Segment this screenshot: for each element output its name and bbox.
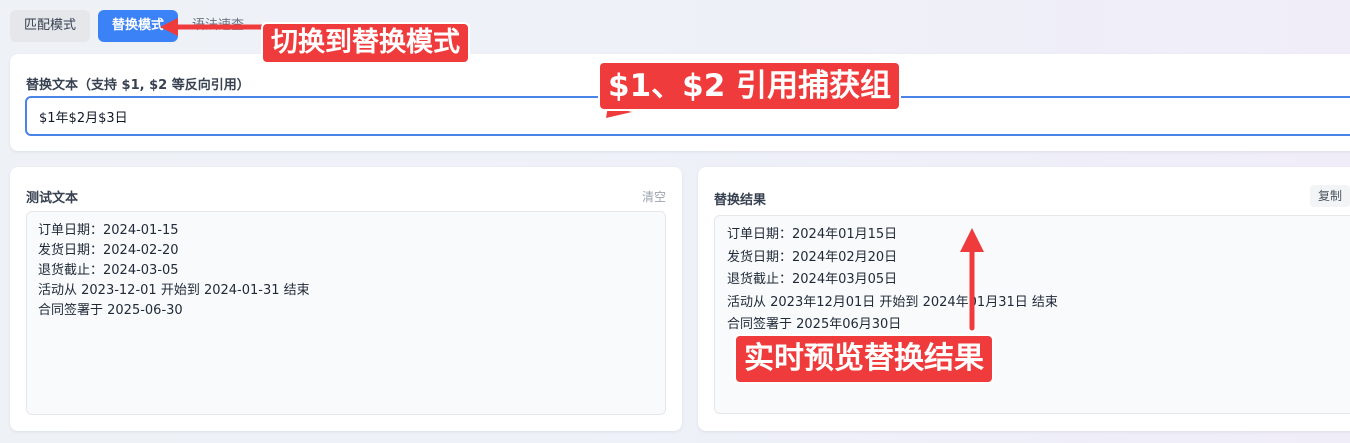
test-text-area[interactable]: 订单日期：2024-01-15 发货日期：2024-02-20 退货截止：202… (26, 211, 666, 415)
annotation-switch-to-replace: 切换到替换模式 (263, 24, 468, 62)
result-line: 退货截止：2024年03月05日 (727, 272, 898, 287)
result-line: 活动从 2023年12月01日 开始到 2024年01月31日 结束 (727, 294, 1058, 310)
copy-button[interactable]: 复制 (1309, 185, 1350, 207)
test-text-title: 测试文本 (26, 191, 79, 206)
test-text-line: 合同签署于 2025-06-30 (38, 303, 183, 318)
test-text-line: 发货日期：2024-02-20 (38, 243, 179, 258)
mode-tabs: 匹配模式 替换模式 语法速查 (10, 10, 250, 42)
replace-result-title: 替换结果 (714, 193, 767, 208)
tab-replace-mode[interactable]: 替换模式 (98, 10, 179, 42)
replace-text-label: 替换文本（支持 $1, $2 等反向引用） (26, 78, 250, 93)
annotation-capture-groups: $1、$2 引用捕获组 (600, 63, 900, 109)
test-text-panel: 测试文本 清空 订单日期：2024-01-15 发货日期：2024-02-20 … (10, 167, 682, 431)
test-text-line: 活动从 2023-12-01 开始到 2024-01-31 结束 (38, 283, 310, 298)
test-text-line: 订单日期：2024-01-15 (38, 223, 179, 238)
result-line: 订单日期：2024年01月15日 (727, 227, 898, 242)
annotation-live-preview: 实时预览替换结果 (736, 336, 992, 382)
test-text-line: 退货截止：2024-03-05 (38, 263, 179, 278)
replace-result-panel: 替换结果 复制 订单日期：2024年01月15日 发货日期：2024年02月20… (698, 167, 1350, 431)
result-line: 合同签署于 2025年06月30日 (727, 317, 902, 332)
replace-result-area: 订单日期：2024年01月15日 发货日期：2024年02月20日 退货截止：2… (714, 215, 1350, 414)
tab-syntax-reference[interactable]: 语法速查 (186, 10, 250, 42)
result-line: 发货日期：2024年02月20日 (727, 249, 898, 265)
tab-match-mode[interactable]: 匹配模式 (10, 10, 91, 42)
clear-button[interactable]: 清空 (642, 188, 666, 205)
